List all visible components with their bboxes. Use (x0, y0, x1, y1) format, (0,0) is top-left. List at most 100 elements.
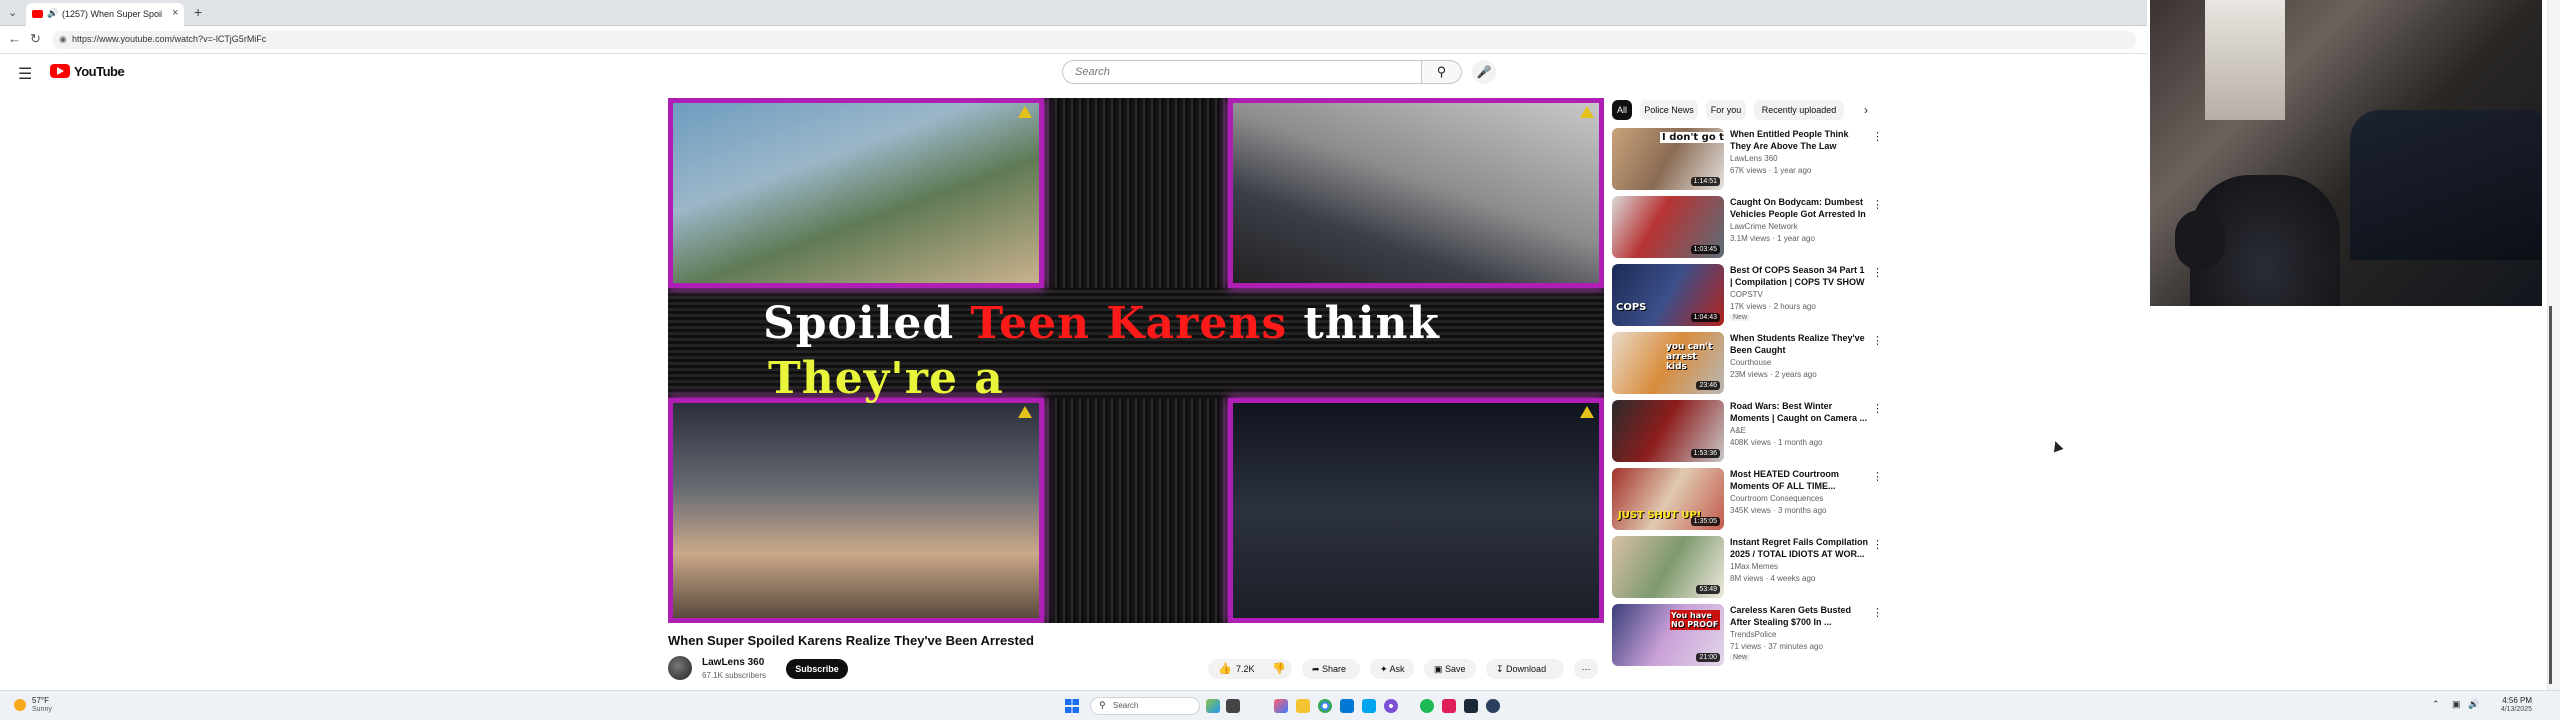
search-button[interactable]: ⚲ (1422, 60, 1462, 84)
chevron-right-icon[interactable]: › (1856, 100, 1876, 120)
tray-chevron-icon[interactable]: ⌃ (2432, 699, 2440, 710)
weather-icon[interactable] (14, 699, 26, 711)
recommendation-title[interactable]: Caught On Bodycam: Dumbest Vehicles Peop… (1730, 196, 1868, 220)
more-icon[interactable]: ⋮ (1872, 402, 1883, 415)
video-thumbnail[interactable]: you can't arrest kids 23:46 (1612, 332, 1724, 394)
youtube-wordmark[interactable]: YouTube (74, 64, 125, 79)
recommendation-title[interactable]: Most HEATED Courtroom Moments OF ALL TIM… (1730, 468, 1868, 492)
back-icon[interactable]: ← (8, 31, 21, 46)
recommendation-meta: 67K views · 1 year ago (1730, 166, 1812, 175)
menu-icon[interactable]: ☰ (18, 64, 32, 84)
recommendation-title[interactable]: Careless Karen Gets Busted After Stealin… (1730, 604, 1868, 628)
like-icon[interactable]: 👍 (1218, 659, 1232, 679)
steam-app-icon[interactable] (1486, 699, 1500, 713)
browser-tab[interactable]: 🔊 (1257) When Super Spoiled K × (26, 3, 184, 26)
tab-close-icon[interactable]: × (172, 7, 178, 19)
save-button[interactable]: ▣ Save (1424, 659, 1476, 679)
recommendation-item[interactable]: 53:49 Instant Regret Fails Compilation 2… (1612, 536, 1884, 600)
clock-time[interactable]: 4:56 PM (2472, 696, 2532, 705)
recommendation-channel[interactable]: A&E (1730, 426, 1746, 435)
app-icon[interactable] (1442, 699, 1456, 713)
video-thumbnail[interactable]: You have NO PROOF 21:00 (1612, 604, 1724, 666)
recommendation-channel[interactable]: TrendsPolice (1730, 630, 1776, 639)
recommendation-title[interactable]: When Students Realize They've Been Caugh… (1730, 332, 1868, 356)
more-icon[interactable]: ⋮ (1872, 538, 1883, 551)
download-button[interactable]: ↧ Download (1486, 659, 1564, 679)
chrome-icon[interactable] (1318, 699, 1332, 713)
weather-temperature[interactable]: 57°F (32, 696, 49, 705)
recommendation-item[interactable]: JUST SHUT UP! 1:35:05 Most HEATED Courtr… (1612, 468, 1884, 532)
discord-icon[interactable] (1384, 699, 1398, 713)
steam-icon[interactable] (1464, 699, 1478, 713)
recommendation-item[interactable]: 1:53:36 Road Wars: Best Winter Moments |… (1612, 400, 1884, 464)
recommendation-title[interactable]: Best Of COPS Season 34 Part 1 | Compilat… (1730, 264, 1868, 288)
dislike-icon[interactable]: 👎 (1272, 659, 1286, 679)
network-icon[interactable]: ▣ (2452, 699, 2461, 710)
chip-for-you[interactable]: For you (1706, 100, 1746, 120)
webcam-couch (2350, 110, 2542, 260)
chip-all[interactable]: All (1612, 100, 1632, 120)
recommendation-item[interactable]: I don't go to jail 1:14:51 When Entitled… (1612, 128, 1884, 192)
copilot-icon[interactable] (1274, 699, 1288, 713)
new-tab-icon[interactable]: + (194, 4, 202, 20)
video-thumbnail[interactable]: 1:53:36 (1612, 400, 1724, 462)
recommendation-item[interactable]: COPS 1:04:43 Best Of COPS Season 34 Part… (1612, 264, 1884, 328)
widgets-icon[interactable] (1206, 699, 1220, 713)
more-icon[interactable]: ⋮ (1872, 606, 1883, 619)
more-icon[interactable]: ⋮ (1872, 130, 1883, 143)
mail-icon[interactable] (1340, 699, 1354, 713)
channel-name[interactable]: LawLens 360 (702, 657, 764, 668)
spotify-icon[interactable] (1420, 699, 1434, 713)
recommendation-title[interactable]: When Entitled People Think They Are Abov… (1730, 128, 1868, 152)
speaker-icon[interactable]: 🔊 (47, 8, 58, 19)
recommendation-channel[interactable]: Courtroom Consequences (1730, 494, 1823, 503)
more-icon[interactable]: ⋮ (1872, 198, 1883, 211)
recommendation-item[interactable]: You have NO PROOF 21:00 Careless Karen G… (1612, 604, 1884, 668)
like-count[interactable]: 7.2K (1236, 659, 1255, 679)
search-icon: ⚲ (1099, 700, 1106, 710)
recommendation-channel[interactable]: 1Max Memes (1730, 562, 1778, 571)
chip-recently-uploaded[interactable]: Recently uploaded (1754, 100, 1844, 120)
video-thumbnail[interactable]: 1:03:45 (1612, 196, 1724, 258)
weather-description[interactable]: Sunny (32, 706, 52, 713)
recommendation-item[interactable]: 1:03:45 Caught On Bodycam: Dumbest Vehic… (1612, 196, 1884, 260)
url-text[interactable]: https://www.youtube.com/watch?v=-lCTjG5r… (72, 34, 266, 44)
more-icon[interactable]: ⋮ (1872, 266, 1883, 279)
site-info-icon[interactable]: ◉ (59, 34, 67, 45)
tab-list-chevron-icon[interactable]: ⌄ (8, 6, 17, 19)
video-thumbnail[interactable]: JUST SHUT UP! 1:35:05 (1612, 468, 1724, 530)
video-thumbnail[interactable]: COPS 1:04:43 (1612, 264, 1724, 326)
recommendation-title[interactable]: Instant Regret Fails Compilation 2025 / … (1730, 536, 1868, 560)
share-button[interactable]: ➦ Share (1302, 659, 1360, 679)
mic-button[interactable]: 🎤 (1472, 60, 1496, 84)
recommendation-channel[interactable]: LawLens 360 (1730, 154, 1778, 163)
recommendation-channel[interactable]: LawCrime Network (1730, 222, 1798, 231)
recommendation-channel[interactable]: COPSTV (1730, 290, 1763, 299)
reload-icon[interactable]: ↻ (30, 31, 41, 47)
clock-date[interactable]: 4/13/2025 (2472, 706, 2532, 713)
search-input[interactable]: Search (1062, 60, 1422, 84)
more-icon[interactable]: ⋮ (1872, 470, 1883, 483)
ask-button[interactable]: ✦ Ask (1370, 659, 1414, 679)
url-field[interactable]: ◉ https://www.youtube.com/watch?v=-lCTjG… (52, 31, 2137, 49)
search-icon: ⚲ (1436, 64, 1447, 79)
taskbar-search[interactable]: ⚲ Search (1090, 697, 1200, 715)
start-icon[interactable] (1065, 699, 1079, 713)
youtube-logo-icon[interactable] (50, 64, 70, 78)
more-icon[interactable]: ⋮ (1872, 334, 1883, 347)
task-view-icon[interactable] (1226, 699, 1240, 713)
video-player[interactable]: Spoiled Teen Karens think They're a (668, 98, 1604, 623)
recommendation-item[interactable]: you can't arrest kids 23:46 When Student… (1612, 332, 1884, 396)
chip-police-news[interactable]: Police News (1640, 100, 1698, 120)
scrollbar-thumb[interactable] (2549, 306, 2552, 684)
video-thumbnail[interactable]: I don't go to jail 1:14:51 (1612, 128, 1724, 190)
file-explorer-icon[interactable] (1296, 699, 1310, 713)
channel-avatar[interactable] (668, 656, 692, 680)
store-icon[interactable] (1362, 699, 1376, 713)
recommendation-meta: 71 views · 37 minutes ago (1730, 642, 1823, 651)
video-thumbnail[interactable]: 53:49 (1612, 536, 1724, 598)
more-actions-button[interactable]: ⋯ (1574, 659, 1598, 679)
recommendation-title[interactable]: Road Wars: Best Winter Moments | Caught … (1730, 400, 1868, 424)
subscribe-button[interactable]: Subscribe (786, 659, 848, 679)
recommendation-channel[interactable]: Courthouse (1730, 358, 1771, 367)
